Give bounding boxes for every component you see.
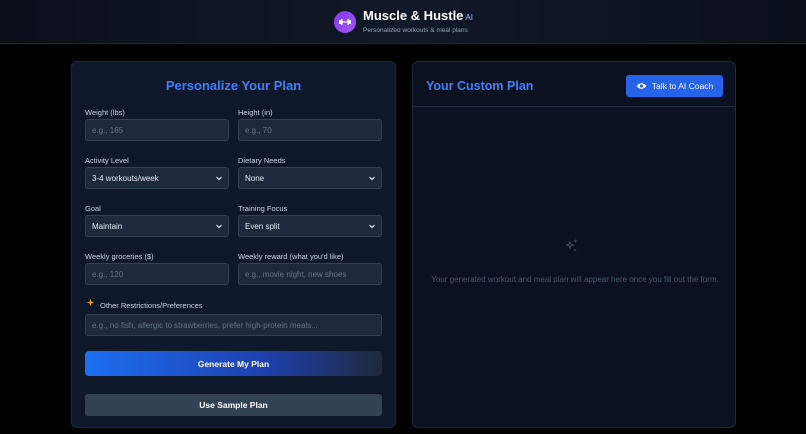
generate-plan-button[interactable]: Generate My Plan <box>85 351 382 376</box>
plan-form-panel: Personalize Your Plan Weight (lbs) e.g.,… <box>71 61 396 428</box>
form-title: Personalize Your Plan <box>165 78 302 93</box>
sparkle-icon <box>86 298 95 307</box>
brand: Muscle & Hustle AI Personalized workouts … <box>334 9 473 34</box>
coach-button-label: Talk to AI Coach <box>651 81 714 91</box>
groceries-input[interactable]: e.g., 120 <box>85 263 229 285</box>
custom-plan-panel: Your Custom Plan Talk to AI Coach Your g… <box>412 61 736 428</box>
app-header: Muscle & Hustle AI Personalized workouts … <box>0 0 806 44</box>
sparkle-icon <box>565 239 578 252</box>
use-sample-plan-button[interactable]: Use Sample Plan <box>85 394 382 416</box>
dietary-label: Dietary Needs <box>238 156 286 165</box>
reward-label: Weekly reward (what you'd like) <box>238 252 344 261</box>
chevron-down-icon <box>369 176 375 181</box>
ai-badge: AI <box>465 13 473 22</box>
reward-input[interactable]: e.g., movie night, new shoes <box>238 263 382 285</box>
dumbbell-icon <box>334 11 356 33</box>
chevron-down-icon <box>216 176 222 181</box>
restrictions-label: Other Restrictions/Preferences <box>100 301 203 310</box>
app-title: Muscle & Hustle AI <box>363 9 473 25</box>
activity-select[interactable]: 3-4 workouts/week <box>85 167 229 189</box>
training-label: Training Focus <box>238 204 288 213</box>
activity-label: Activity Level <box>85 156 129 165</box>
dietary-value: None <box>245 173 265 183</box>
goal-select[interactable]: Maintain <box>85 215 229 237</box>
chevron-down-icon <box>369 224 375 229</box>
weight-label: Weight (lbs) <box>85 108 125 117</box>
goal-value: Maintain <box>92 221 123 231</box>
weight-input[interactable]: e.g., 165 <box>85 119 229 141</box>
height-label: Height (in) <box>238 108 273 117</box>
empty-plan-message: Your generated workout and meal plan wil… <box>431 275 719 284</box>
chevron-down-icon <box>216 224 222 229</box>
plan-title: Your Custom Plan <box>426 79 534 93</box>
training-value: Even split <box>245 221 280 231</box>
plan-header-divider <box>413 106 735 107</box>
app-title-text: Muscle & Hustle <box>363 8 464 23</box>
activity-value: 3-4 workouts/week <box>92 173 159 183</box>
goal-label: Goal <box>85 204 101 213</box>
app-subtitle: Personalized workouts & meal plans <box>363 27 468 34</box>
training-select[interactable]: Even split <box>238 215 382 237</box>
eye-icon <box>636 83 647 89</box>
restrictions-input[interactable]: e.g., no fish, allergic to strawberries,… <box>85 314 382 336</box>
groceries-label: Weekly groceries ($) <box>85 252 154 261</box>
height-input[interactable]: e.g., 70 <box>238 119 382 141</box>
dietary-select[interactable]: None <box>238 167 382 189</box>
talk-to-ai-coach-button[interactable]: Talk to AI Coach <box>626 75 723 97</box>
